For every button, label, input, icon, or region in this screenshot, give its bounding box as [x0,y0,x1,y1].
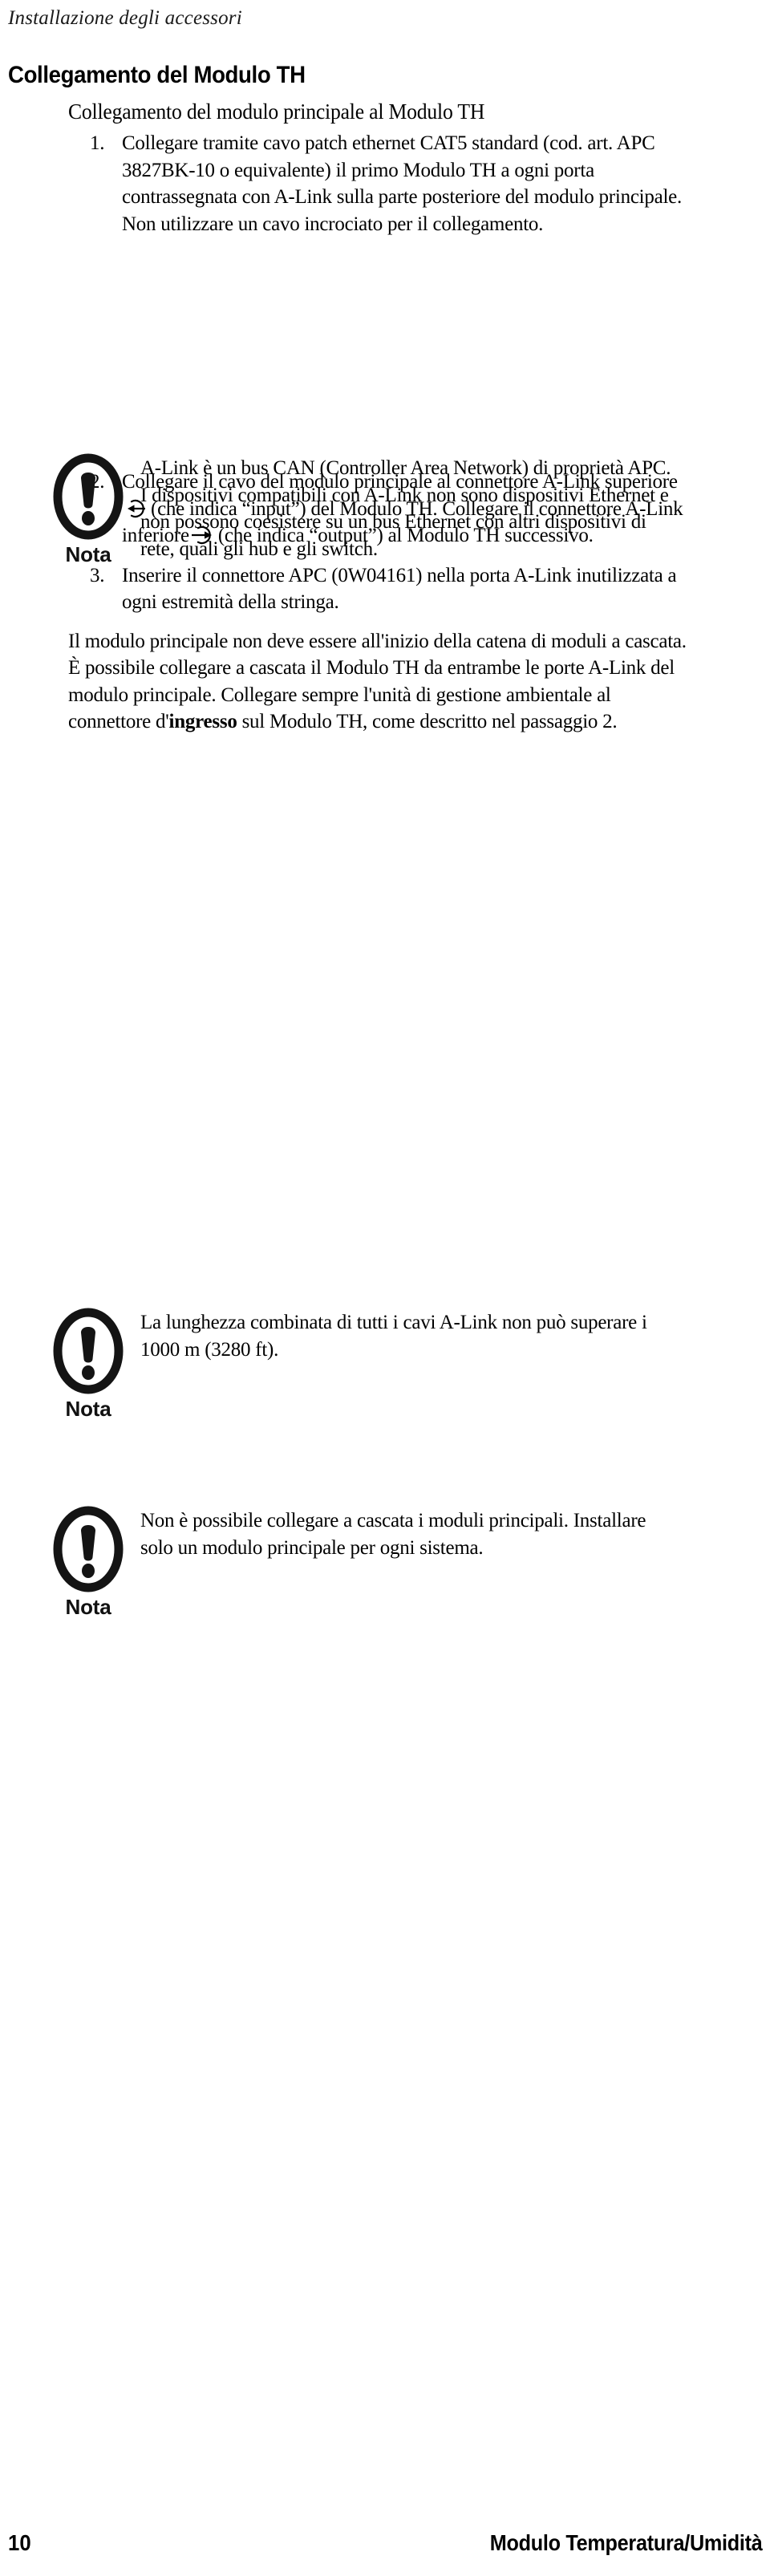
running-header: Installazione degli accessori [8,7,242,29]
footer-document-title: Modulo Temperatura/Umidità [489,2530,762,2555]
page-title: Collegamento del Modulo TH [8,62,306,88]
note-box: Nota Non è possibile collegare a cascata… [0,1504,770,1618]
exclamation-oval-icon [51,1306,125,1396]
list-item: 1. Collegare tramite cavo patch ethernet… [0,130,770,237]
page-content: Collegamento del Modulo TH Collegamento … [0,48,770,763]
note-icon-group: Nota [36,1504,140,1618]
note-text: La lunghezza combinata di tutti i cavi A… [140,1312,647,1361]
note-box: Nota A-Link è un bus CAN (Controller Are… [0,452,770,566]
paragraph-emphasis: ingresso [168,711,237,732]
exclamation-oval-icon [51,1504,125,1594]
exclamation-oval-icon [51,452,125,542]
list-item: 3. Inserire il connettore APC (0W04161) … [0,562,770,616]
note-reserved-space [0,237,770,456]
note-icon-group: Nota [36,1306,140,1420]
page-footer: 10 Modulo Temperatura/Umidità [0,2525,770,2557]
step-text: Collegare tramite cavo patch ethernet CA… [122,132,682,235]
footer-page-number: 10 [8,2530,31,2555]
step-text: Inserire il connettore APC (0W04161) nel… [122,564,677,614]
body-paragraph: Il modulo principale non deve essere all… [0,628,770,736]
paragraph-part-2: sul Modulo TH, come descritto nel passag… [237,711,618,732]
note-label: Nota [65,1595,111,1619]
step-number: 1. [90,132,105,154]
section-subtitle: Collegamento del modulo principale al Mo… [68,99,485,124]
note-label: Nota [65,542,111,566]
note-label: Nota [65,1397,111,1421]
note-text: Non è possibile collegare a cascata i mo… [140,1510,646,1559]
note-box: Nota La lunghezza combinata di tutti i c… [0,1306,770,1420]
note-text: A-Link è un bus CAN (Controller Area Net… [140,457,671,560]
note-icon-group: Nota [36,452,140,566]
